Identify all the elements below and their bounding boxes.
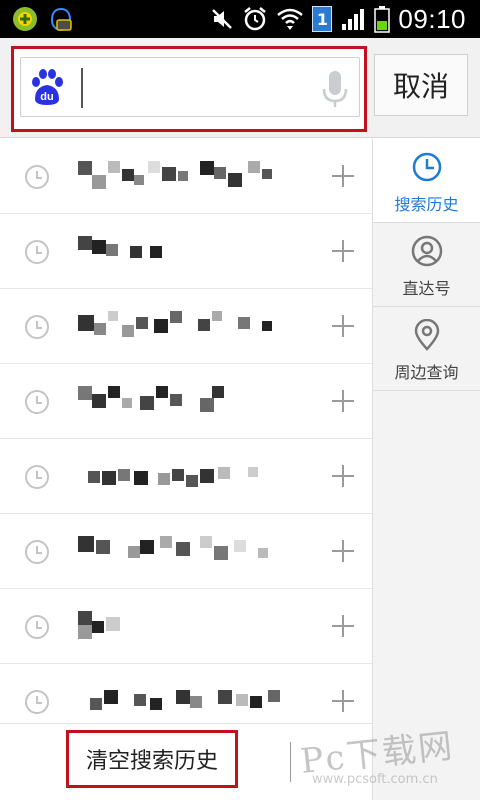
clock-icon: [25, 540, 49, 564]
plus-icon[interactable]: [330, 238, 356, 264]
search-box-highlight: du: [11, 46, 367, 132]
app-notification-icon: [13, 7, 37, 31]
history-item-text-pixelated: [78, 161, 308, 191]
plus-icon[interactable]: [330, 688, 356, 714]
cancel-button[interactable]: 取消: [374, 54, 468, 116]
tab-direct-account[interactable]: 直达号: [373, 223, 480, 307]
wifi-icon: [277, 8, 304, 30]
search-header: du 取消: [0, 38, 480, 138]
bottom-bar: 清空搜索历史: [0, 723, 372, 800]
signal-icon: [342, 9, 365, 30]
history-item-text-pixelated: [78, 386, 308, 416]
clear-history-label: 清空搜索历史: [85, 749, 218, 774]
history-item[interactable]: [0, 364, 372, 439]
tab-label: 搜索历史: [394, 195, 459, 214]
tab-label: 直达号: [402, 279, 451, 298]
clock-icon: [25, 315, 49, 339]
plus-icon[interactable]: [330, 538, 356, 564]
search-input[interactable]: [77, 66, 317, 110]
chat-notification-icon: [50, 7, 72, 32]
history-item-text-pixelated: [78, 536, 308, 566]
side-tabs: 搜索历史 直达号 周边查询: [372, 139, 480, 800]
plus-icon[interactable]: [330, 313, 356, 339]
clock-icon: [25, 465, 49, 489]
plus-icon[interactable]: [330, 463, 356, 489]
history-item-text-pixelated: [78, 686, 308, 716]
history-item-text-pixelated: [78, 611, 308, 641]
tab-search-history[interactable]: 搜索历史: [373, 139, 480, 223]
plus-icon[interactable]: [330, 613, 356, 639]
clock-time: 09:10: [398, 3, 466, 34]
history-item-text-pixelated: [78, 461, 308, 491]
clock-icon: [25, 240, 49, 264]
plus-icon[interactable]: [330, 163, 356, 189]
history-item[interactable]: [0, 514, 372, 589]
history-item[interactable]: [0, 589, 372, 664]
clear-history-button[interactable]: 清空搜索历史: [66, 730, 238, 788]
history-item-text-pixelated: [78, 311, 308, 341]
alarm-icon: [244, 7, 267, 31]
history-item[interactable]: [0, 289, 372, 364]
history-item[interactable]: [0, 139, 372, 214]
divider: [290, 742, 291, 782]
plus-icon[interactable]: [330, 388, 356, 414]
clock-icon: [412, 152, 442, 182]
location-pin-icon: [414, 319, 440, 351]
status-bar: 1 09:10: [0, 0, 480, 38]
sim-icon: 1: [312, 6, 333, 32]
microphone-icon[interactable]: [321, 69, 349, 109]
history-item-text-pixelated: [78, 236, 308, 266]
search-history-list: [0, 139, 372, 739]
clock-icon: [25, 165, 49, 189]
history-item[interactable]: [0, 214, 372, 289]
person-icon: [411, 235, 443, 267]
history-item[interactable]: [0, 439, 372, 514]
tab-label: 周边查询: [394, 363, 459, 382]
clock-icon: [25, 615, 49, 639]
battery-icon: [374, 6, 391, 33]
clock-icon: [25, 690, 49, 714]
text-cursor: [81, 68, 83, 108]
tab-nearby-search[interactable]: 周边查询: [373, 307, 480, 391]
baidu-logo-icon: du: [32, 69, 63, 105]
mute-icon: [212, 9, 233, 29]
baidu-logo-text: du: [40, 91, 53, 103]
clock-icon: [25, 390, 49, 414]
search-field[interactable]: du: [20, 57, 360, 117]
